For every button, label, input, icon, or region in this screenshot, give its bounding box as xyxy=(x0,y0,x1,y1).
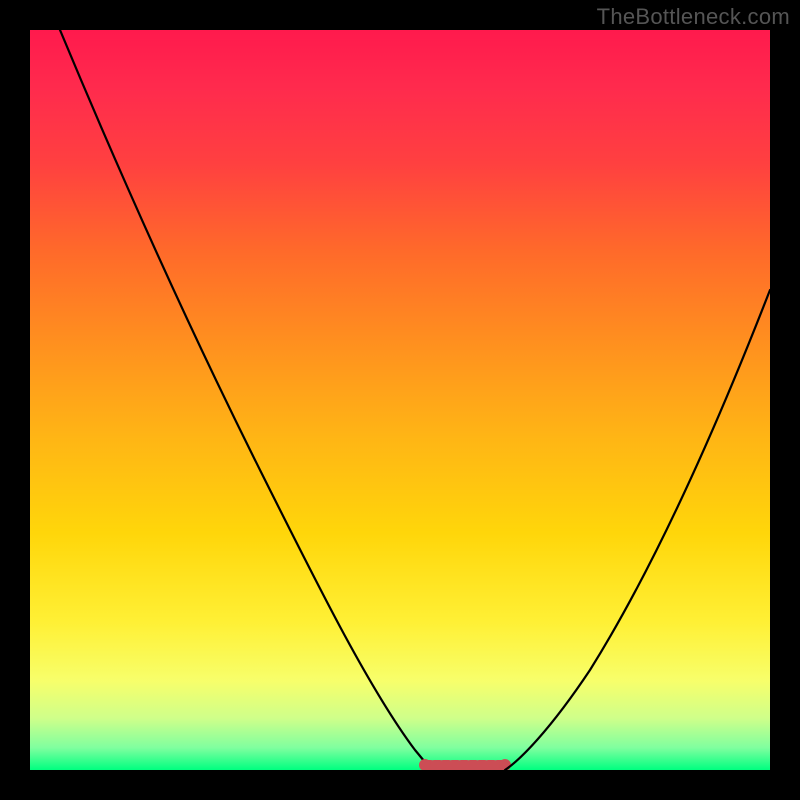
curve-layer xyxy=(30,30,770,770)
plot-area xyxy=(30,30,770,770)
watermark-text: TheBottleneck.com xyxy=(597,4,790,30)
chart-frame: TheBottleneck.com xyxy=(0,0,800,800)
right-curve xyxy=(505,290,770,770)
left-curve xyxy=(60,30,430,770)
